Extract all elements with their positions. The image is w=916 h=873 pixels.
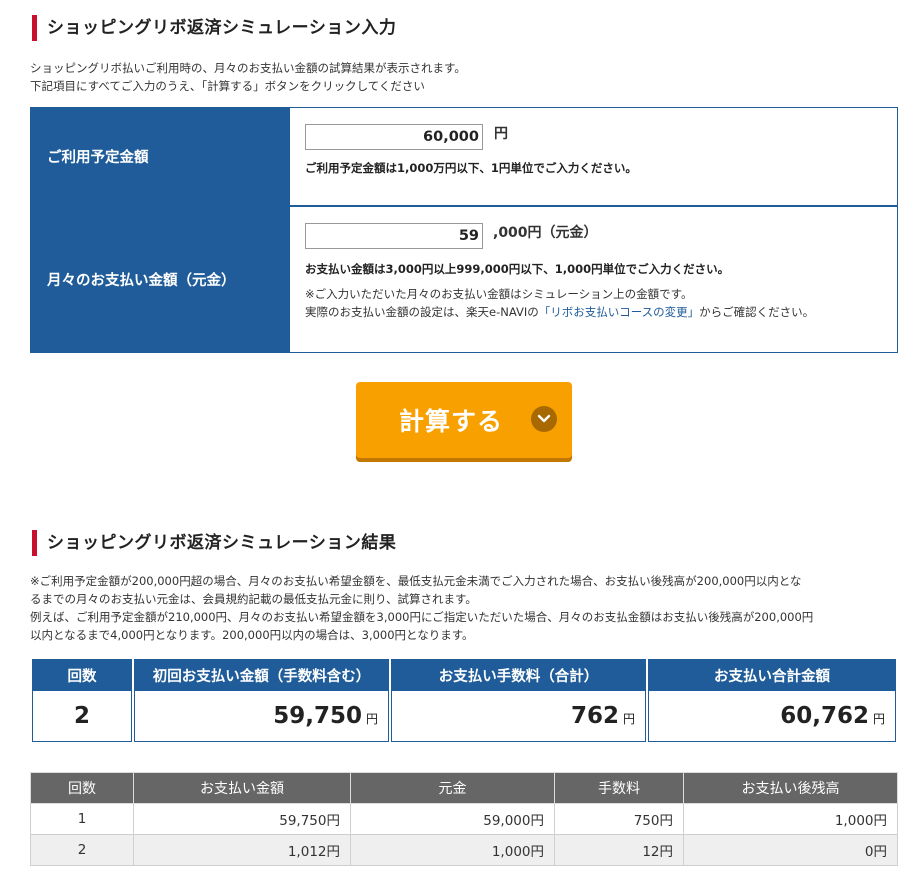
result-section-title: ショッピングリボ返済シミュレーション結果	[32, 530, 396, 556]
revo-course-change-link[interactable]: 「リボお支払いコースの変更」	[539, 305, 699, 319]
monthly-payment-unit: ,000円（元金）	[493, 225, 598, 241]
disclaimer-line2-post: からご確認ください。	[699, 305, 815, 319]
result-desc-line4: 以内となるまで4,000円となります。200,000円以内の場合は、3,000円…	[30, 628, 474, 642]
monthly-payment-label: 月々のお支払い金額（元金）	[31, 207, 290, 352]
calculate-button[interactable]: 計算する	[356, 382, 572, 458]
fee-total-value: 762	[570, 703, 619, 729]
input-section-description: ショッピングリボ払いご利用時の、月々のお支払い金額の試算結果が表示されます。 下…	[30, 59, 466, 95]
result-desc-line1: ※ご利用予定金額が200,000円超の場合、月々のお支払い希望金額を、最低支払元…	[30, 574, 802, 588]
monthly-payment-input[interactable]	[305, 223, 483, 249]
summary-first-payment: 59,750 円	[134, 691, 389, 742]
detail-cell-count: 2	[30, 834, 134, 866]
detail-header-principal: 元金	[350, 772, 555, 804]
detail-cell-count: 1	[30, 803, 134, 835]
detail-cell-balance: 0円	[683, 834, 898, 866]
table-row: 1 59,750円 59,000円 750円 1,000円	[30, 803, 898, 835]
monthly-payment-body: ,000円（元金） お支払い金額は3,000円以上999,000円以下、1,00…	[290, 207, 897, 352]
detail-cell-principal: 59,000円	[350, 803, 555, 835]
input-desc-line1: ショッピングリボ払いご利用時の、月々のお支払い金額の試算結果が表示されます。	[30, 61, 466, 75]
usage-amount-note: ご利用予定金額は1,000万円以下、1円単位でご入力ください。	[305, 161, 637, 175]
detail-cell-principal: 1,000円	[350, 834, 555, 866]
summary-table: 回数 初回お支払い金額（手数料含む） お支払い手数料（合計） お支払い合計金額 …	[30, 659, 898, 742]
total-yen: 円	[872, 712, 885, 726]
usage-amount-unit: 円	[494, 126, 508, 142]
summary-header-total: お支払い合計金額	[648, 659, 896, 691]
summary-total: 60,762 円	[648, 691, 896, 742]
result-desc-line3: 例えば、ご利用予定金額が210,000円、月々のお支払い希望金額を3,000円に…	[30, 610, 814, 624]
detail-cell-balance: 1,000円	[683, 803, 898, 835]
input-desc-line2: 下記項目にすべてご入力のうえ、「計算する」ボタンをクリックしてください	[30, 79, 425, 93]
detail-table: 回数 お支払い金額 元金 手数料 お支払い後残高 1 59,750円 59,00…	[30, 772, 898, 866]
calculate-button-label: 計算する	[398, 407, 503, 436]
total-value: 60,762	[780, 703, 869, 729]
table-row: 2 1,012円 1,000円 12円 0円	[30, 834, 898, 866]
disclaimer-line1: ※ご入力いただいた月々のお支払い金額はシミュレーション上の金額です。	[305, 287, 693, 301]
detail-cell-fee: 750円	[554, 803, 684, 835]
disclaimer-line2: 実際のお支払い金額の設定は、楽天e-NAVIの「リボお支払いコースの変更」からご…	[305, 303, 883, 321]
disclaimer-line2-pre: 実際のお支払い金額の設定は、楽天e-NAVIの	[305, 305, 539, 319]
usage-amount-body: 円 ご利用予定金額は1,000万円以下、1円単位でご入力ください。	[290, 108, 897, 205]
usage-amount-input[interactable]	[305, 124, 483, 150]
summary-fee-total: 762 円	[391, 691, 646, 742]
detail-header-payment: お支払い金額	[133, 772, 351, 804]
summary-header-count: 回数	[32, 659, 132, 691]
detail-cell-payment: 1,012円	[133, 834, 351, 866]
summary-count-value: 2	[32, 691, 132, 742]
usage-amount-row: ご利用予定金額 円 ご利用予定金額は1,000万円以下、1円単位でご入力ください…	[30, 107, 898, 206]
result-desc-line2: るまでの月々のお支払い元金は、会員規約記載の最低支払元金に則り、試算されます。	[30, 592, 477, 606]
detail-header-fee: 手数料	[554, 772, 684, 804]
detail-header-balance: お支払い後残高	[683, 772, 898, 804]
chevron-down-icon	[531, 406, 557, 432]
first-payment-yen: 円	[365, 712, 378, 726]
usage-amount-label: ご利用予定金額	[31, 108, 290, 205]
monthly-payment-note: お支払い金額は3,000円以上999,000円以下、1,000円単位でご入力くだ…	[305, 262, 730, 276]
monthly-payment-row: 月々のお支払い金額（元金） ,000円（元金） お支払い金額は3,000円以上9…	[30, 206, 898, 353]
summary-header-first-payment: 初回お支払い金額（手数料含む）	[134, 659, 389, 691]
result-section-description: ※ご利用予定金額が200,000円超の場合、月々のお支払い希望金額を、最低支払元…	[30, 572, 896, 644]
detail-cell-fee: 12円	[554, 834, 684, 866]
detail-header-count: 回数	[30, 772, 134, 804]
input-section-title: ショッピングリボ返済シミュレーション入力	[32, 15, 396, 41]
summary-header-fee-total: お支払い手数料（合計）	[391, 659, 646, 691]
monthly-payment-disclaimer: ※ご入力いただいた月々のお支払い金額はシミュレーション上の金額です。 実際のお支…	[305, 285, 883, 321]
first-payment-value: 59,750	[273, 703, 362, 729]
detail-cell-payment: 59,750円	[133, 803, 351, 835]
fee-total-yen: 円	[622, 712, 635, 726]
